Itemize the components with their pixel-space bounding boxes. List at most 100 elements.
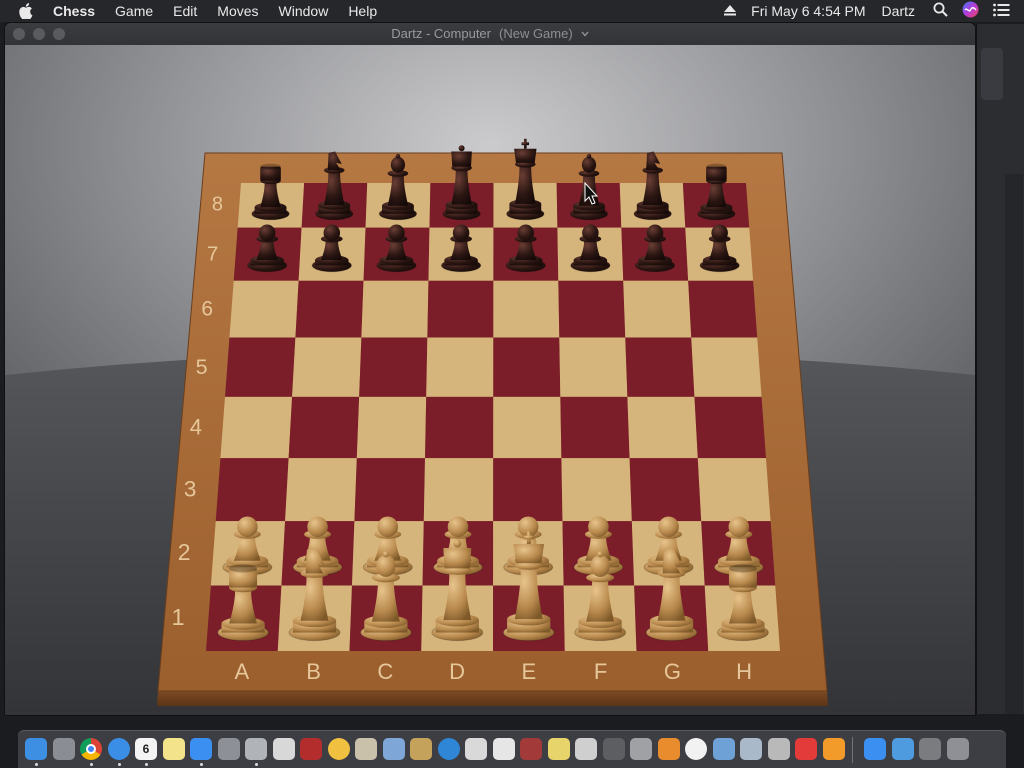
eject-icon[interactable] bbox=[723, 3, 737, 19]
chess-window: Dartz - Computer (New Game) 8 7 6 5 4 3 … bbox=[5, 23, 975, 715]
board-square-f3[interactable] bbox=[561, 458, 632, 522]
siri-icon[interactable] bbox=[962, 1, 979, 21]
menu-edit[interactable]: Edit bbox=[173, 0, 197, 22]
menu-help[interactable]: Help bbox=[348, 0, 377, 22]
notepad-icon[interactable] bbox=[465, 738, 487, 760]
board-square-d3[interactable] bbox=[423, 458, 494, 522]
apple-menu-icon[interactable] bbox=[19, 2, 37, 20]
menu-window[interactable]: Window bbox=[279, 0, 329, 22]
rank-label: 1 bbox=[172, 604, 185, 630]
font-book-icon[interactable] bbox=[575, 738, 597, 760]
board-square-a3[interactable] bbox=[215, 458, 289, 522]
background-window[interactable] bbox=[976, 24, 1024, 714]
preview-icon[interactable] bbox=[382, 738, 405, 760]
board-square-e5[interactable] bbox=[493, 337, 561, 397]
photo-editor-icon[interactable] bbox=[740, 738, 762, 760]
board-square-c4[interactable] bbox=[356, 396, 427, 459]
trash-icon[interactable] bbox=[946, 738, 969, 760]
board-square-f5[interactable] bbox=[559, 337, 628, 397]
window-title-group[interactable]: Dartz - Computer (New Game) bbox=[391, 23, 589, 45]
home-icon[interactable] bbox=[657, 738, 680, 760]
chess-icon[interactable] bbox=[245, 738, 267, 760]
books-icon[interactable] bbox=[822, 738, 845, 760]
photos-icon[interactable] bbox=[327, 738, 350, 760]
itunes-icon[interactable] bbox=[685, 738, 707, 760]
folder-icon[interactable] bbox=[891, 738, 914, 760]
board-square-g6[interactable] bbox=[623, 280, 692, 338]
file-label: G bbox=[664, 659, 681, 684]
board-square-a4[interactable] bbox=[220, 396, 293, 459]
menu-moves[interactable]: Moves bbox=[217, 0, 258, 22]
board-square-c3[interactable] bbox=[354, 458, 426, 522]
edge-icon[interactable] bbox=[437, 738, 460, 760]
board-frame-edge bbox=[157, 691, 828, 706]
board-square-h6[interactable] bbox=[688, 280, 758, 338]
dock: 6 bbox=[18, 730, 1006, 768]
board-square-f6[interactable] bbox=[558, 280, 626, 338]
notification-center-icon[interactable] bbox=[993, 3, 1010, 20]
notes-icon[interactable] bbox=[162, 738, 185, 760]
board-square-b3[interactable] bbox=[285, 458, 357, 522]
textedit-icon[interactable] bbox=[492, 738, 515, 760]
file-label: C bbox=[377, 659, 393, 684]
board-square-a5[interactable] bbox=[225, 337, 296, 397]
minimized-window-icon[interactable] bbox=[919, 738, 941, 760]
launchpad-icon[interactable] bbox=[52, 738, 75, 760]
stickies-icon[interactable] bbox=[547, 738, 570, 760]
chess-knight-icon[interactable] bbox=[355, 738, 377, 760]
image-viewer-icon[interactable] bbox=[712, 738, 735, 760]
board-square-f4[interactable] bbox=[560, 396, 630, 459]
board-square-e4[interactable] bbox=[493, 396, 562, 459]
board-square-g3[interactable] bbox=[629, 458, 702, 522]
app-store-icon[interactable] bbox=[190, 738, 212, 760]
board-square-b4[interactable] bbox=[288, 396, 360, 459]
blocked-icon[interactable] bbox=[795, 738, 817, 760]
minimize-button[interactable] bbox=[33, 28, 45, 40]
disk-utility-icon[interactable] bbox=[630, 738, 652, 760]
rank-label: 5 bbox=[196, 355, 208, 379]
file-label: F bbox=[594, 659, 607, 684]
background-window-toolbar bbox=[981, 48, 1003, 100]
activity-monitor-icon[interactable] bbox=[602, 738, 625, 760]
board-square-e3[interactable] bbox=[493, 458, 563, 522]
board-square-a6[interactable] bbox=[229, 280, 299, 338]
board-square-d6[interactable] bbox=[427, 280, 494, 338]
running-indicator bbox=[255, 763, 258, 766]
board-square-b5[interactable] bbox=[292, 337, 362, 397]
photo-booth-icon[interactable] bbox=[300, 738, 322, 760]
board-square-d5[interactable] bbox=[426, 337, 494, 397]
board-square-g5[interactable] bbox=[625, 337, 695, 397]
dock-separator bbox=[852, 737, 853, 763]
spotlight-search-icon[interactable] bbox=[933, 2, 948, 20]
background-window-scrollbar[interactable] bbox=[1005, 174, 1023, 714]
board-square-h5[interactable] bbox=[691, 337, 762, 397]
board-square-c6[interactable] bbox=[361, 280, 429, 338]
board-square-h4[interactable] bbox=[694, 396, 766, 459]
menu-app-name[interactable]: Chess bbox=[53, 0, 95, 22]
menu-clock[interactable]: Fri May 6 4:54 PM bbox=[751, 3, 865, 19]
board-square-e6[interactable] bbox=[493, 280, 560, 338]
close-button[interactable] bbox=[13, 28, 25, 40]
rank-label: 6 bbox=[201, 298, 213, 321]
board-square-b6[interactable] bbox=[295, 280, 364, 338]
board-square-h3[interactable] bbox=[697, 458, 771, 522]
chrome-icon[interactable] bbox=[80, 738, 102, 760]
app-store-2-icon[interactable] bbox=[864, 738, 886, 760]
dictionary-icon[interactable] bbox=[520, 738, 542, 760]
menu-game[interactable]: Game bbox=[115, 0, 153, 22]
running-indicator bbox=[35, 763, 38, 766]
calendar-icon[interactable]: 6 bbox=[135, 738, 157, 760]
board-square-d4[interactable] bbox=[425, 396, 494, 459]
grapher-icon[interactable] bbox=[410, 738, 432, 760]
finder-icon[interactable] bbox=[25, 738, 47, 760]
safari-icon[interactable] bbox=[107, 738, 130, 760]
automator-icon[interactable] bbox=[767, 738, 790, 760]
chess-board-3d[interactable]: 8 7 6 5 4 3 2 1 A B C D E F G H bbox=[5, 45, 975, 715]
system-preferences-icon[interactable] bbox=[217, 738, 240, 760]
window-titlebar[interactable]: Dartz - Computer (New Game) bbox=[5, 23, 975, 46]
board-square-g4[interactable] bbox=[627, 396, 698, 459]
text-file-icon[interactable] bbox=[272, 738, 295, 760]
zoom-button[interactable] bbox=[53, 28, 65, 40]
menu-user-name[interactable]: Dartz bbox=[882, 3, 915, 19]
board-square-c5[interactable] bbox=[359, 337, 428, 397]
